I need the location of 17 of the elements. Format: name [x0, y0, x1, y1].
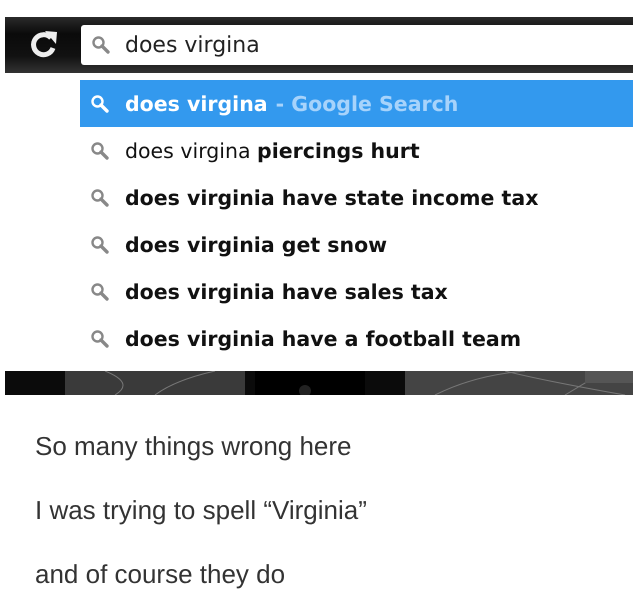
search-icon — [90, 188, 110, 208]
suggestion-item[interactable]: does virgina piercings hurt — [80, 127, 633, 174]
search-icon — [90, 234, 110, 254]
caption-line: So many things wrong here — [35, 431, 353, 461]
search-icon — [90, 328, 110, 348]
search-icon — [90, 140, 110, 160]
suggestion-item[interactable]: does virginia have sales tax — [80, 268, 633, 315]
address-text: does virgina — [125, 32, 260, 58]
caption-line: and of course they do — [35, 559, 286, 589]
search-icon — [90, 282, 110, 302]
address-field[interactable]: does virgina — [81, 25, 633, 65]
search-icon — [91, 35, 111, 55]
search-icon — [90, 94, 110, 114]
suggestion-item[interactable]: does virginia have state income tax — [80, 174, 633, 221]
suggestion-item[interactable]: does virginia get snow — [80, 221, 633, 268]
caption-line: I was trying to spell “Virginia” — [35, 495, 368, 525]
suggestion-item[interactable]: does virginia have a football team — [80, 315, 633, 362]
